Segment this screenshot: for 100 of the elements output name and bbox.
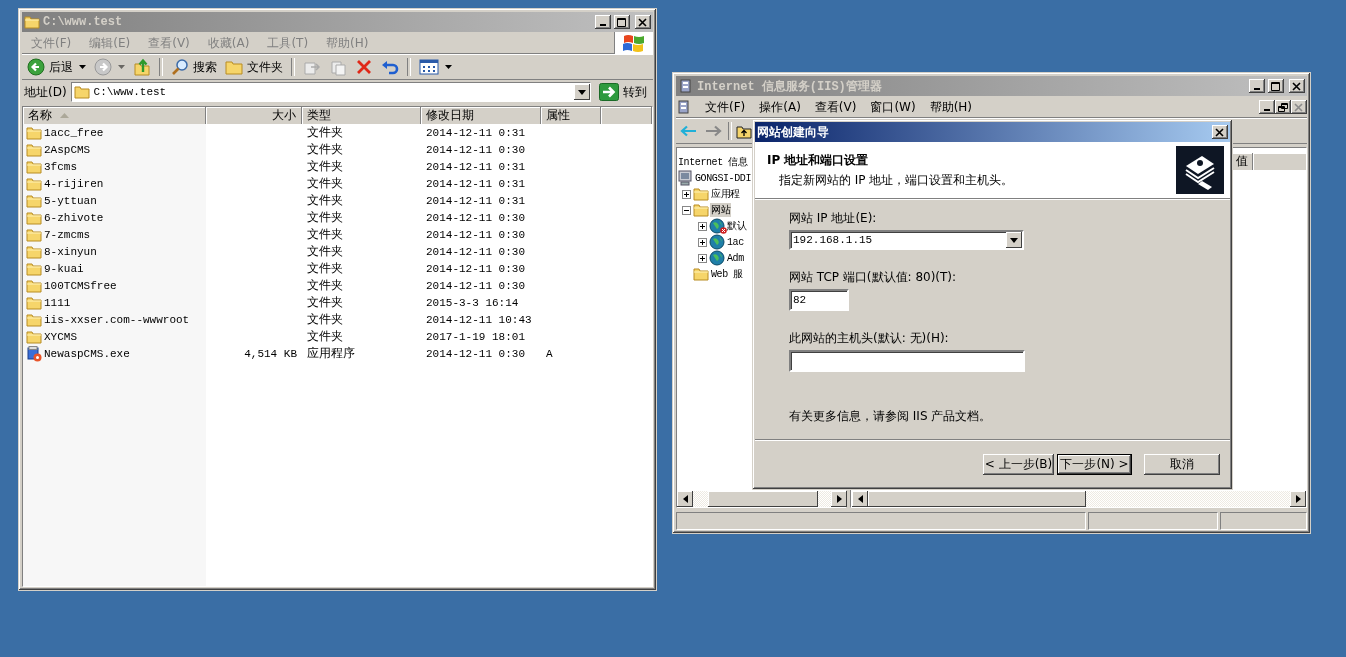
menu-item[interactable]: 查看(V) (807, 97, 864, 117)
file-name[interactable]: 3fcms (44, 160, 77, 173)
file-type: 文件夹 (307, 175, 343, 192)
file-name[interactable]: 6-zhivote (44, 211, 104, 224)
menu-item[interactable]: 窗口(W) (863, 97, 923, 117)
file-name[interactable]: iis-xxser.com--wwwroot (44, 313, 190, 326)
tree-item[interactable]: Adm (726, 252, 745, 264)
wizard-subtitle: 指定新网站的 IP 地址，端口设置和主机头。 (778, 171, 1015, 189)
expand-icon[interactable] (682, 189, 691, 199)
scroll-thumb[interactable] (708, 491, 818, 507)
close-icon (1294, 102, 1304, 112)
address-field[interactable]: C:\www.test (70, 82, 591, 102)
window-title: C:\www.test (43, 15, 123, 29)
file-name[interactable]: 8-xinyun (44, 245, 97, 258)
scroll-right-icon (836, 495, 842, 503)
views-button[interactable] (416, 56, 455, 78)
close-icon (1292, 81, 1302, 91)
file-type: 文件夹 (307, 243, 343, 260)
tree-item[interactable]: Web 服 (710, 267, 744, 281)
column-header[interactable]: 类型 (302, 107, 421, 124)
tree-item[interactable]: 1ac (726, 236, 745, 248)
column-header[interactable]: 属性 (541, 107, 601, 124)
file-type: 文件夹 (307, 328, 343, 345)
scrollbar[interactable] (677, 491, 847, 507)
folder-icon (225, 59, 243, 75)
file-date: 2014-12-11 0:31 (426, 194, 526, 207)
scroll-right-icon (1295, 495, 1301, 503)
file-type: 文件夹 (307, 260, 343, 277)
expand-icon[interactable] (698, 253, 707, 263)
close-button[interactable] (1291, 100, 1307, 114)
field-label: 网站 TCP 端口(默认值: 80)(T): (789, 269, 957, 286)
views-icon (419, 59, 439, 75)
search-button[interactable]: 搜索 (168, 56, 220, 78)
collapse-icon[interactable] (682, 205, 691, 215)
folder-icon (26, 142, 42, 157)
wizard-button[interactable]: 下一步(N) > (1057, 453, 1132, 475)
ip-address-dropdown[interactable]: 192.168.1.15 (789, 230, 1024, 250)
program-icon (26, 345, 42, 362)
file-date: 2014-12-11 0:30 (426, 211, 526, 224)
file-name[interactable]: 100TCMSfree (44, 279, 117, 292)
column-header[interactable]: 大小 (206, 107, 302, 124)
file-name[interactable]: 7-zmcms (44, 228, 91, 241)
file-name[interactable]: 1111 (44, 296, 71, 309)
folder-icon (693, 267, 709, 281)
port-field[interactable]: 82 (789, 289, 849, 311)
wizard-button[interactable]: 取消 (1144, 453, 1220, 475)
wizard-heading: IP 地址和端口设置 (767, 151, 870, 169)
close-icon (638, 17, 648, 27)
scrollbar[interactable] (852, 491, 1306, 507)
restore-button[interactable] (1275, 100, 1291, 114)
back-button[interactable]: 后退 (24, 56, 89, 78)
computer-icon (677, 170, 693, 186)
column-header[interactable]: 修改日期 (421, 107, 541, 124)
file-name[interactable]: 1acc_free (44, 126, 104, 139)
caret-icon (79, 65, 86, 69)
file-name[interactable]: XYCMS (44, 330, 77, 343)
scroll-left-icon (857, 495, 863, 503)
address-label: 地址(D) (24, 83, 67, 101)
menu-item[interactable]: 文件(F) (698, 97, 753, 117)
menu-item[interactable]: 操作(A) (752, 97, 808, 117)
go-button[interactable]: 转到 (595, 83, 651, 101)
expand-icon[interactable] (698, 237, 707, 247)
wizard-button[interactable]: < 上一步(B) (983, 453, 1054, 475)
copy-to-icon (329, 58, 347, 76)
file-size: 4,514 KB (244, 347, 297, 360)
column-header[interactable]: 名称 (23, 107, 206, 124)
scroll-thumb[interactable] (868, 491, 1086, 507)
search-icon (171, 58, 189, 76)
file-name[interactable]: 4-rijiren (44, 177, 104, 190)
tree-item[interactable]: GONGSI-DDI (694, 172, 752, 184)
close-button[interactable] (1212, 125, 1228, 139)
file-date: 2014-12-11 0:31 (426, 160, 526, 173)
dropdown-button[interactable] (574, 84, 590, 100)
file-name[interactable]: NewaspCMS.exe (44, 347, 130, 360)
file-attributes: A (546, 347, 553, 360)
file-date: 2014-12-11 0:31 (426, 177, 526, 190)
forward-button[interactable] (91, 56, 128, 78)
minimize-button[interactable] (1259, 100, 1275, 114)
file-name[interactable]: 5-yttuan (44, 194, 97, 207)
file-date: 2014-12-11 0:30 (426, 228, 526, 241)
expand-icon[interactable] (698, 221, 707, 231)
file-name[interactable]: 2AspCMS (44, 143, 91, 156)
tree-item[interactable]: 网站 (710, 203, 732, 217)
globe-icon (709, 250, 725, 266)
folder-icon (26, 329, 42, 344)
file-name[interactable]: 9-kuai (44, 262, 84, 275)
tree-item[interactable]: 默认 (726, 219, 748, 233)
folder-icon (26, 210, 42, 225)
menu-item[interactable]: 帮助(H) (922, 97, 980, 117)
minimize-icon (1254, 88, 1260, 90)
folder-icon (26, 295, 42, 310)
book-icon (1176, 146, 1224, 194)
folder-icon (26, 261, 42, 276)
tree-item[interactable]: 应用程 (710, 187, 741, 201)
host-header-field[interactable] (789, 350, 1025, 372)
folder-icon (26, 244, 42, 259)
folders-button[interactable]: 文件夹 (222, 56, 286, 78)
go-arrow-icon (599, 83, 619, 101)
tree-item[interactable]: Internet 信息 (678, 155, 749, 169)
file-date: 2014-12-11 0:30 (426, 262, 526, 275)
